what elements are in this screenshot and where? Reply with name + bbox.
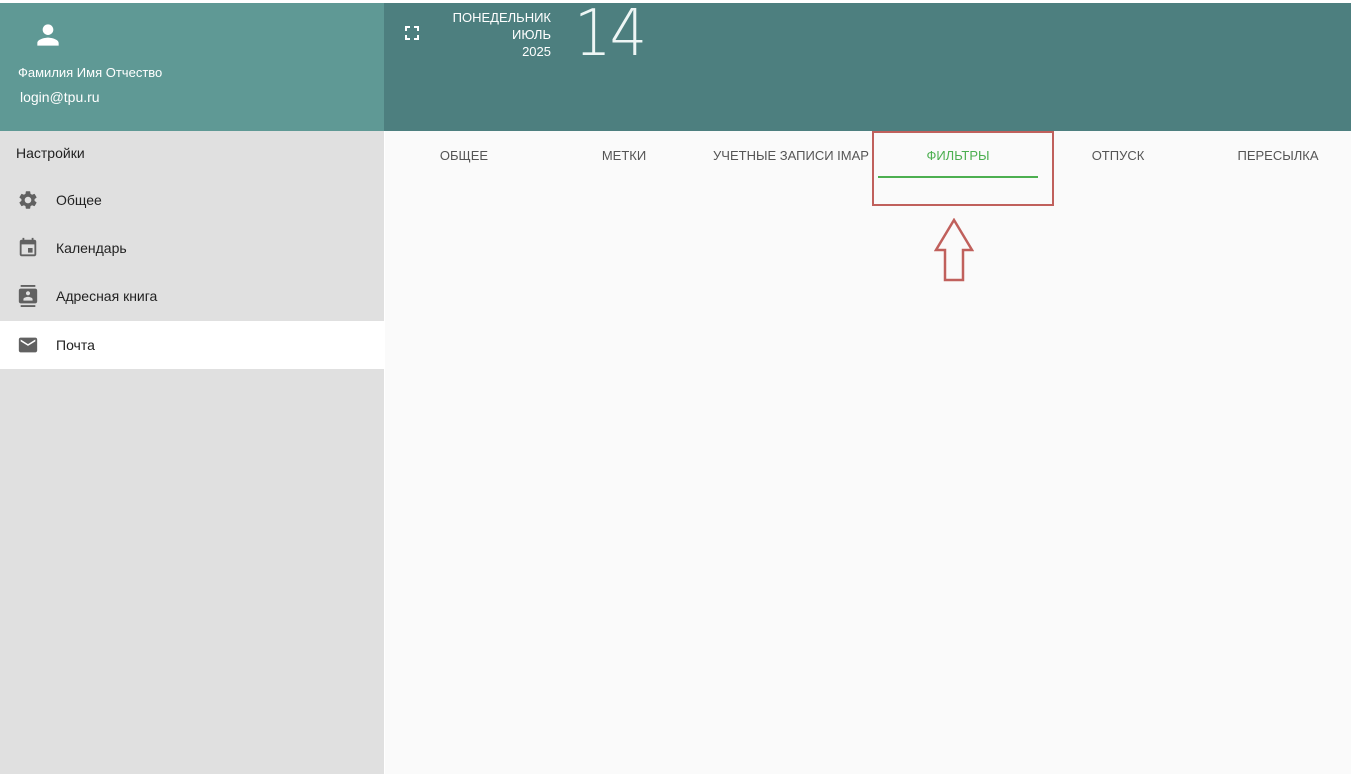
date-words: ПОНЕДЕЛЬНИК ИЮЛЬ 2025 [453,9,551,60]
sidebar-item-general[interactable]: Общее [0,176,384,224]
sidebar-title: Настройки [16,145,85,161]
month: ИЮЛЬ [512,27,551,42]
user-header: Фамилия Имя Отчество login@tpu.ru [0,3,384,131]
sidebar-item-label: Адресная книга [56,288,158,304]
tab-imap-accounts[interactable]: УЧЕТНЫЕ ЗАПИСИ IMAP [711,131,871,179]
arrow-up-icon [933,217,975,282]
sidebar-item-label: Почта [56,337,95,353]
top-bar: ПОНЕДЕЛЬНИК ИЮЛЬ 2025 14 [384,0,1351,131]
highlight-box [872,131,1054,206]
user-name: Фамилия Имя Отчество [18,65,163,80]
person-icon [32,19,64,51]
tab-labels[interactable]: МЕТКИ [569,131,679,179]
user-login: login@tpu.ru [20,89,100,105]
sidebar-item-address-book[interactable]: Адресная книга [0,272,384,320]
calendar-icon [16,236,40,260]
gear-icon [16,188,40,212]
year: 2025 [522,44,551,59]
app-window: Фамилия Имя Отчество login@tpu.ru ПОНЕДЕ… [0,0,1351,774]
weekday: ПОНЕДЕЛЬНИК [452,10,551,25]
main-content: ОБЩЕЕ МЕТКИ УЧЕТНЫЕ ЗАПИСИ IMAP ФИЛЬТРЫ … [385,131,1351,774]
day-number: 14 [574,0,647,71]
tab-general[interactable]: ОБЩЕЕ [409,131,519,179]
sidebar-item-mail[interactable]: Почта [0,321,384,369]
sidebar-item-label: Общее [56,192,102,208]
fullscreen-button[interactable] [402,25,422,45]
tab-vacation[interactable]: ОТПУСК [1063,131,1173,179]
contacts-icon [16,284,40,308]
sidebar: Настройки Общее Календарь Адресная книга… [0,131,384,774]
sidebar-item-label: Календарь [56,240,127,256]
tab-forwarding[interactable]: ПЕРЕСЫЛКА [1223,131,1333,179]
fullscreen-icon [404,25,420,46]
settings-tabs: ОБЩЕЕ МЕТКИ УЧЕТНЫЕ ЗАПИСИ IMAP ФИЛЬТРЫ … [385,131,1351,179]
mail-icon [16,333,40,357]
sidebar-item-calendar[interactable]: Календарь [0,224,384,272]
